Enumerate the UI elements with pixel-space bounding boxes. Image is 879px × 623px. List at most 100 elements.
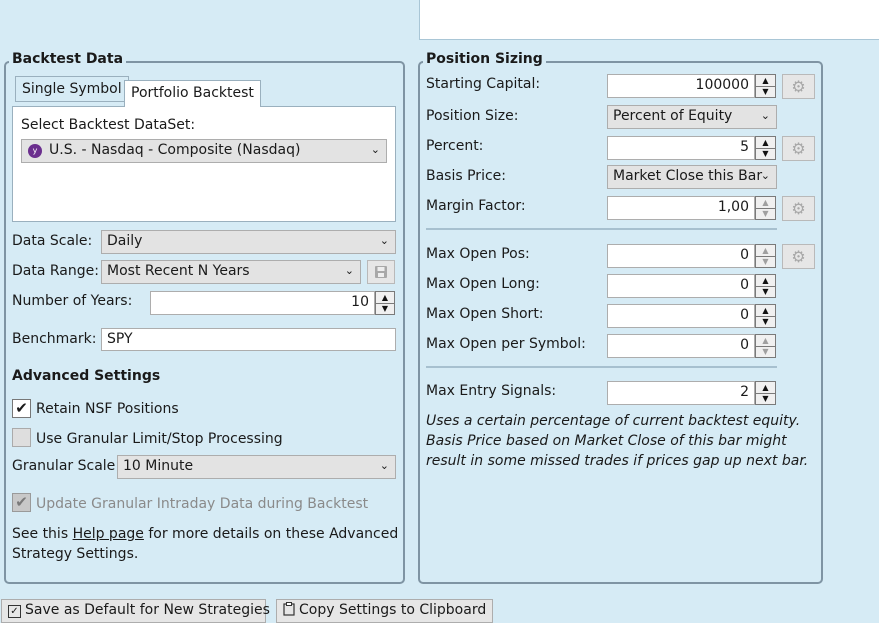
max-open-pos-label: Max Open Pos: (426, 246, 530, 262)
spin-down-icon[interactable]: ▼ (756, 393, 775, 404)
chevron-down-icon: ⌄ (379, 459, 389, 472)
benchmark-label: Benchmark: (12, 331, 97, 347)
benchmark-input[interactable]: SPY (101, 328, 396, 351)
retain-nsf-checkbox[interactable]: ✔ (12, 399, 31, 418)
data-range-select[interactable]: Most Recent N Years ⌄ (101, 260, 361, 284)
max-open-pos-input[interactable]: 0 (607, 244, 755, 268)
granular-processing-label[interactable]: Use Granular Limit/Stop Processing (36, 430, 283, 448)
max-open-symbol-input[interactable]: 0 (607, 334, 755, 358)
max-open-long-input[interactable]: 0 (607, 274, 755, 298)
percent-gear-button[interactable]: ⚙ (782, 136, 815, 161)
spin-down-icon[interactable]: ▼ (756, 286, 775, 297)
update-granular-checkbox[interactable]: ✔ (12, 493, 31, 512)
max-open-short-stepper[interactable]: ▲ ▼ (755, 304, 776, 328)
max-entry-label: Max Entry Signals: (426, 383, 557, 399)
help-suffix: for more details on these Advanced (148, 526, 399, 542)
percent-input[interactable]: 5 (607, 136, 755, 160)
years-input[interactable]: 10 (150, 291, 375, 315)
checkbox-icon: ✓ (8, 605, 21, 618)
chevron-down-icon: ⌄ (370, 143, 380, 156)
max-open-short-input[interactable]: 0 (607, 304, 755, 328)
chevron-down-icon: ⌄ (760, 109, 770, 122)
spin-down-icon[interactable]: ▼ (756, 316, 775, 327)
save-range-button[interactable] (367, 260, 395, 284)
separator (426, 228, 777, 230)
tab-single-symbol[interactable]: Single Symbol (15, 76, 129, 102)
basis-price-value: Market Close this Bar (613, 168, 763, 184)
spin-down-icon[interactable]: ▼ (756, 86, 775, 97)
gear-icon: ⚙ (791, 139, 806, 158)
backtest-data-title: Backtest Data (9, 51, 127, 67)
position-size-label: Position Size: (426, 108, 519, 124)
spin-down-icon[interactable]: ▼ (376, 303, 394, 314)
gear-icon: ⚙ (791, 77, 806, 96)
spin-down-icon[interactable]: ▼ (756, 256, 775, 267)
retain-nsf-label[interactable]: Retain NSF Positions (36, 400, 179, 418)
spin-down-icon[interactable]: ▼ (756, 346, 775, 357)
percent-label: Percent: (426, 138, 484, 154)
top-content-box (419, 0, 879, 40)
help-page-link[interactable]: Help page (73, 526, 144, 542)
spin-down-icon[interactable]: ▼ (756, 208, 775, 219)
position-size-select[interactable]: Percent of Equity ⌄ (607, 105, 777, 129)
basis-price-select[interactable]: Market Close this Bar ⌄ (607, 165, 777, 189)
yahoo-icon: y (28, 144, 42, 158)
max-entry-stepper[interactable]: ▲ ▼ (755, 381, 776, 405)
dataset-label: Select Backtest DataSet: (21, 117, 196, 133)
max-open-symbol-stepper[interactable]: ▲ ▼ (755, 334, 776, 358)
position-sizing-title: Position Sizing (423, 51, 546, 67)
tab-portfolio-backtest[interactable]: Portfolio Backtest (124, 80, 261, 107)
help-text-line2: Strategy Settings. (12, 546, 139, 562)
margin-factor-label: Margin Factor: (426, 198, 526, 214)
data-scale-value: Daily (107, 233, 143, 249)
data-range-value: Most Recent N Years (107, 263, 250, 279)
chevron-down-icon: ⌄ (379, 234, 389, 247)
checkmark-icon: ✔ (15, 399, 28, 417)
dataset-select[interactable]: y U.S. - Nasdaq - Composite (Nasdaq) ⌄ (21, 139, 387, 163)
max-open-short-label: Max Open Short: (426, 306, 544, 322)
max-open-long-stepper[interactable]: ▲ ▼ (755, 274, 776, 298)
data-scale-label: Data Scale: (12, 233, 93, 249)
starting-capital-stepper[interactable]: ▲ ▼ (755, 74, 776, 98)
checkmark-icon: ✔ (15, 493, 28, 511)
sizing-note-line1: Uses a certain percentage of current bac… (426, 413, 801, 429)
years-label: Number of Years: (12, 293, 133, 309)
percent-stepper[interactable]: ▲ ▼ (755, 136, 776, 160)
years-stepper[interactable]: ▲ ▼ (375, 291, 395, 315)
granular-scale-select[interactable]: 10 Minute ⌄ (117, 455, 396, 479)
basis-price-label: Basis Price: (426, 168, 506, 184)
granular-scale-value: 10 Minute (123, 458, 194, 474)
copy-settings-button[interactable]: Copy Settings to Clipboard (276, 599, 493, 623)
chevron-down-icon: ⌄ (344, 264, 354, 277)
margin-factor-gear-button[interactable]: ⚙ (782, 196, 815, 221)
advanced-settings-title: Advanced Settings (12, 368, 161, 384)
max-entry-input[interactable]: 2 (607, 381, 755, 405)
sizing-note-line2: Basis Price based on Market Close of thi… (426, 433, 787, 449)
data-range-label: Data Range: (12, 263, 99, 279)
granular-processing-checkbox[interactable] (12, 428, 31, 447)
max-open-pos-stepper[interactable]: ▲ ▼ (755, 244, 776, 268)
max-open-long-label: Max Open Long: (426, 276, 540, 292)
separator (426, 366, 777, 368)
margin-factor-stepper[interactable]: ▲ ▼ (755, 196, 776, 220)
save-default-button[interactable]: ✓ Save as Default for New Strategies (1, 599, 270, 623)
max-open-symbol-label: Max Open per Symbol: (426, 336, 586, 352)
margin-factor-input[interactable]: 1,00 (607, 196, 755, 220)
max-open-pos-gear-button[interactable]: ⚙ (782, 244, 815, 269)
save-icon (375, 266, 387, 278)
spin-down-icon[interactable]: ▼ (756, 148, 775, 159)
position-size-value: Percent of Equity (613, 108, 733, 124)
gear-icon: ⚙ (791, 247, 806, 266)
chevron-down-icon: ⌄ (760, 169, 770, 182)
data-scale-select[interactable]: Daily ⌄ (101, 230, 396, 254)
gear-icon: ⚙ (791, 199, 806, 218)
granular-scale-label: Granular Scale (12, 458, 116, 474)
starting-capital-input[interactable]: 100000 (607, 74, 755, 98)
update-granular-label: Update Granular Intraday Data during Bac… (36, 496, 369, 512)
sizing-note-line3: result in some missed trades if prices g… (426, 453, 809, 469)
dataset-value: U.S. - Nasdaq - Composite (Nasdaq) (49, 142, 301, 158)
help-prefix: See this (12, 526, 69, 542)
starting-capital-gear-button[interactable]: ⚙ (782, 74, 815, 99)
clipboard-icon (283, 602, 295, 616)
starting-capital-label: Starting Capital: (426, 76, 541, 92)
